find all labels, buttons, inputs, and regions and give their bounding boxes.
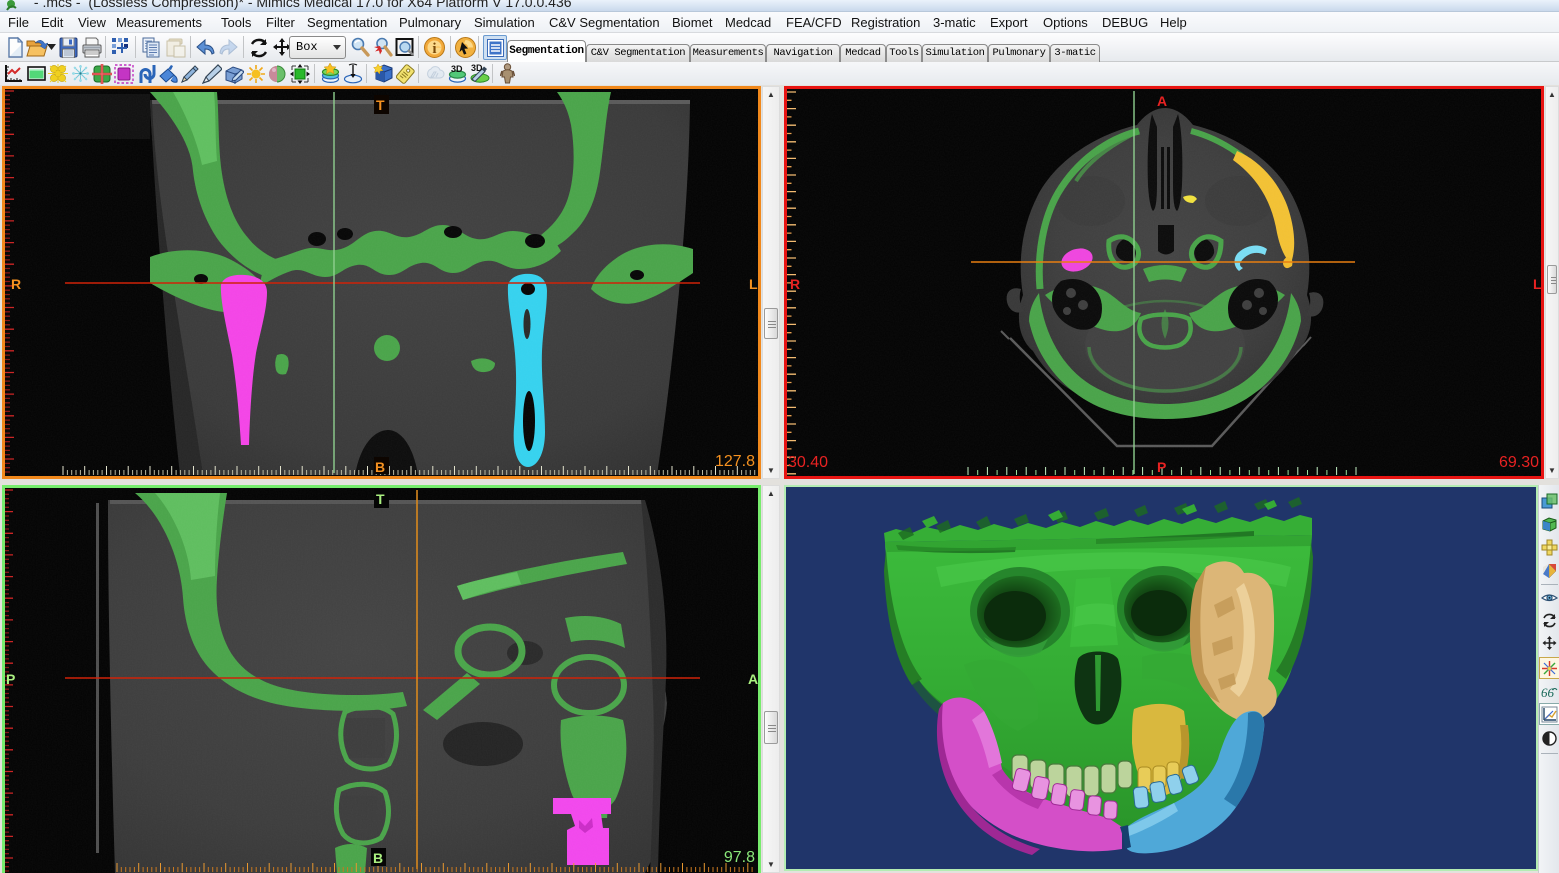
svg-text:B: B	[373, 850, 383, 866]
svg-text:97.8: 97.8	[724, 849, 755, 866]
svg-text:T: T	[376, 491, 385, 507]
svg-text:P: P	[1157, 459, 1166, 475]
svg-text:i: i	[432, 41, 436, 57]
svg-text:L: L	[749, 276, 758, 292]
svg-text:L: L	[1533, 276, 1541, 292]
svg-text:66: 66	[1541, 685, 1555, 700]
svg-text:R: R	[790, 276, 800, 292]
svg-text:3D: 3D	[471, 63, 483, 73]
svg-text:A: A	[1157, 93, 1167, 109]
svg-text:P: P	[6, 671, 15, 687]
svg-text:T: T	[376, 97, 385, 113]
svg-text:3D: 3D	[451, 64, 463, 74]
svg-text:A: A	[748, 671, 758, 687]
svg-text:30.40: 30.40	[788, 454, 828, 471]
svg-text:127.8: 127.8	[715, 453, 755, 470]
svg-text:69.30: 69.30	[1499, 454, 1539, 471]
svg-text:B: B	[375, 459, 385, 475]
svg-text:R: R	[11, 276, 21, 292]
